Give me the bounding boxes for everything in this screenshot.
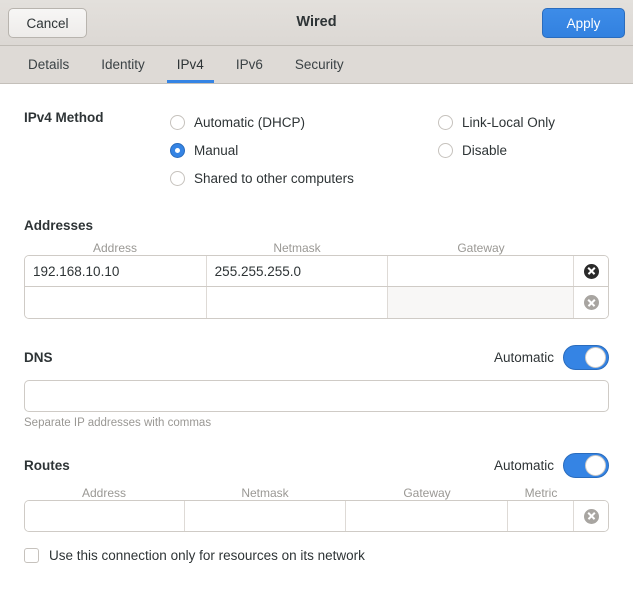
dns-hint: Separate IP addresses with commas — [24, 417, 212, 429]
radio-manual[interactable]: Manual — [170, 136, 438, 164]
radio-label-link-local-only: Link-Local Only — [462, 114, 556, 130]
tab-ipv6[interactable]: IPv6 — [220, 46, 279, 83]
dns-automatic-toggle[interactable] — [563, 345, 609, 370]
address-row-2-address-input[interactable] — [25, 287, 207, 318]
radio-label-shared-to-other-computers: Shared to other computers — [194, 170, 354, 186]
route-row-1-delete-button[interactable] — [574, 501, 608, 531]
window-headerbar: Cancel Wired Apply — [0, 0, 633, 46]
address-row-1-delete-button[interactable] — [574, 256, 608, 286]
restrict-connection-checkbox-row[interactable]: Use this connection only for resources o… — [24, 548, 609, 563]
routes-title: Routes — [24, 458, 70, 473]
radio-label-manual: Manual — [194, 142, 239, 158]
tab-security[interactable]: Security — [279, 46, 360, 83]
radio-link-local-only[interactable]: Link-Local Only — [438, 108, 609, 136]
address-row-2-netmask-input[interactable] — [206, 287, 389, 318]
routes-column-spacer — [574, 486, 608, 500]
ipv4-settings-panel: IPv4 Method Automatic (DHCP) Manual Shar… — [0, 108, 633, 563]
address-row-1-netmask-input[interactable]: 255.255.255.0 — [206, 256, 389, 286]
window-title: Wired — [296, 14, 337, 30]
toggle-knob — [585, 455, 606, 476]
radio-label-disable: Disable — [462, 142, 508, 158]
routes-column-headers: Address Netmask Gateway Metric — [24, 486, 609, 500]
ipv4-method-section: IPv4 Method Automatic (DHCP) Manual Shar… — [24, 108, 609, 192]
addresses-column-netmask: Netmask — [273, 241, 321, 255]
radio-icon-automatic-dhcp — [170, 114, 185, 130]
tab-details[interactable]: Details — [12, 46, 85, 83]
routes-column-netmask: Netmask — [241, 486, 289, 500]
radio-icon-link-local-only — [438, 114, 453, 130]
addresses-title: Addresses — [24, 218, 94, 233]
route-row-1-netmask-input[interactable] — [184, 501, 347, 531]
address-row-1-address-input[interactable]: 192.168.10.10 — [25, 256, 207, 286]
routes-automatic-label: Automatic — [493, 458, 554, 473]
routes-column-gateway: Gateway — [403, 486, 451, 500]
route-row-1-metric-input[interactable] — [508, 501, 574, 531]
addresses-section: Addresses Address Netmask Gateway 192.16… — [24, 218, 609, 319]
address-row-2-gateway-input[interactable] — [388, 287, 574, 318]
radio-automatic-dhcp[interactable]: Automatic (DHCP) — [170, 108, 438, 136]
routes-section: Routes Automatic Address Netmask Gateway… — [24, 453, 609, 563]
address-row-1-gateway-input[interactable] — [388, 256, 574, 286]
addresses-column-headers: Address Netmask Gateway — [24, 241, 609, 255]
toggle-knob — [585, 347, 606, 368]
route-row-1-address-input[interactable] — [25, 501, 185, 531]
routes-column-address: Address — [81, 486, 127, 500]
routes-column-metric: Metric — [524, 486, 558, 500]
apply-button[interactable]: Apply — [542, 8, 625, 38]
radio-label-automatic-dhcp: Automatic (DHCP) — [194, 114, 306, 130]
ipv4-method-label: IPv4 Method — [24, 110, 104, 125]
restrict-connection-checkbox[interactable] — [24, 548, 39, 563]
address-row-2-delete-button[interactable] — [574, 287, 608, 318]
dns-title: DNS — [24, 350, 53, 365]
radio-disable[interactable]: Disable — [438, 136, 609, 164]
tab-bar: Details Identity IPv4 IPv6 Security — [0, 46, 633, 84]
radio-icon-disable — [438, 142, 453, 158]
route-row — [24, 500, 609, 532]
addresses-column-address: Address — [92, 241, 138, 255]
dns-automatic-label: Automatic — [493, 350, 554, 365]
address-row — [24, 287, 609, 319]
addresses-column-spacer — [574, 241, 608, 255]
tab-identity[interactable]: Identity — [85, 46, 161, 83]
tab-ipv4[interactable]: IPv4 — [161, 46, 220, 83]
radio-icon-manual — [170, 142, 185, 158]
restrict-connection-label: Use this connection only for resources o… — [49, 548, 365, 563]
routes-automatic-toggle[interactable] — [563, 453, 609, 478]
delete-icon — [583, 263, 599, 279]
dns-servers-input[interactable] — [24, 380, 609, 412]
route-row-1-gateway-input[interactable] — [346, 501, 509, 531]
dns-section: DNS Automatic Separate IP addresses with… — [24, 345, 609, 429]
delete-icon — [583, 295, 599, 310]
radio-icon-shared-to-other-computers — [170, 170, 185, 186]
address-row: 192.168.10.10 255.255.255.0 — [24, 255, 609, 287]
radio-shared-to-other-computers[interactable]: Shared to other computers — [170, 164, 438, 192]
delete-icon — [583, 508, 599, 524]
addresses-column-gateway: Gateway — [457, 241, 505, 255]
